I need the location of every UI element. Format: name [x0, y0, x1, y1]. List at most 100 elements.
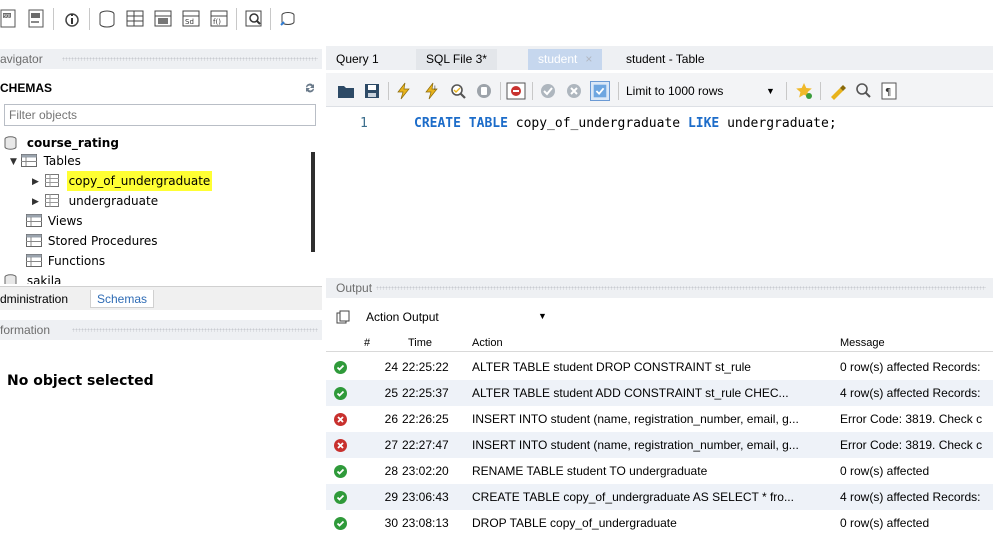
- tree-scrollbar[interactable]: [311, 152, 315, 252]
- toolbar-separator: [786, 82, 787, 100]
- toolbar-separator: [270, 8, 271, 30]
- sql-code-line[interactable]: CREATE TABLE copy_of_undergraduate LIKE …: [414, 116, 837, 131]
- tree-schema-sakila[interactable]: sakila: [4, 270, 61, 284]
- copy-output-icon[interactable]: [336, 310, 350, 324]
- cell-action: DROP TABLE copy_of_undergraduate: [472, 516, 677, 530]
- cell-action: ALTER TABLE student DROP CONSTRAINT st_r…: [472, 360, 751, 374]
- execute-current-icon[interactable]: I: [422, 81, 442, 101]
- autocommit-toggle-icon[interactable]: [590, 81, 610, 101]
- create-schema-icon[interactable]: [97, 8, 117, 30]
- toolbar-separator: [820, 82, 821, 100]
- tab-label: student - Table: [626, 52, 705, 66]
- cell-num: 24: [384, 360, 398, 374]
- create-view-icon[interactable]: [153, 8, 173, 30]
- database-icon: [4, 135, 17, 150]
- tree-table-item[interactable]: ▶ copy_of_undergraduate: [32, 170, 213, 191]
- table-row[interactable]: 30 23:08:13 DROP TABLE copy_of_undergradua…: [326, 510, 993, 536]
- find-icon[interactable]: [854, 81, 874, 101]
- table-row[interactable]: 28 23:02:20 RENAME TABLE student TO underg…: [326, 458, 993, 484]
- error-status-icon: [334, 439, 347, 452]
- sql-keyword: CREATE TABLE: [414, 116, 508, 131]
- inspector-icon[interactable]: [62, 8, 82, 30]
- cell-num: 26: [384, 412, 398, 426]
- table-row[interactable]: 26 22:26:25 INSERT INTO student (name, reg…: [326, 406, 993, 432]
- commit-icon[interactable]: [538, 81, 558, 101]
- cell-message: Error Code: 3819. Check c: [840, 412, 983, 426]
- reconnect-icon[interactable]: [278, 8, 298, 30]
- explain-icon[interactable]: [448, 81, 468, 101]
- tree-folder-tables[interactable]: ▼ Tables: [10, 150, 81, 170]
- tab-schemas[interactable]: Schemas: [90, 290, 155, 308]
- chevron-down-icon[interactable]: ▼: [538, 311, 547, 321]
- save-icon[interactable]: [362, 81, 382, 101]
- search-table-data-icon[interactable]: [244, 8, 264, 30]
- invisible-chars-icon[interactable]: ¶: [880, 81, 900, 101]
- line-number: 1: [360, 116, 368, 131]
- tab-query-1[interactable]: Query 1: [326, 49, 389, 70]
- create-procedure-icon[interactable]: Sd: [181, 8, 201, 30]
- expand-arrow-right-icon[interactable]: ▶: [32, 177, 39, 187]
- cell-time: 22:25:22: [402, 360, 449, 374]
- cell-message: 4 row(s) affected Records:: [840, 490, 981, 504]
- cell-num: 27: [384, 438, 398, 452]
- rollback-icon[interactable]: [564, 81, 584, 101]
- toggle-error-icon[interactable]: [506, 81, 526, 101]
- views-folder-icon: [26, 214, 42, 227]
- execute-icon[interactable]: [394, 81, 414, 101]
- tree-schema-course-rating[interactable]: course_rating: [4, 132, 119, 152]
- tab-administration[interactable]: dministration: [0, 290, 74, 308]
- action-output-grid: # Time Action Message 24 22:25:22 ALTER TA…: [326, 334, 993, 545]
- chevron-down-icon[interactable]: ▼: [766, 81, 775, 101]
- column-header-time[interactable]: Time: [408, 334, 432, 352]
- tab-sql-file-3[interactable]: SQL File 3*: [416, 49, 497, 70]
- sql-editor[interactable]: 1 CREATE TABLE copy_of_undergraduate LIK…: [326, 108, 993, 278]
- expand-arrow-down-icon[interactable]: ▼: [10, 157, 17, 167]
- column-header-num[interactable]: #: [364, 334, 370, 352]
- new-sql-tab-icon[interactable]: SQL: [0, 8, 20, 30]
- toolbar-separator: [236, 8, 237, 30]
- cell-time: 23:08:13: [402, 516, 449, 530]
- procedures-folder-icon: [26, 234, 42, 247]
- expand-arrow-right-icon[interactable]: ▶: [32, 197, 39, 207]
- open-sql-script-icon[interactable]: [26, 8, 46, 30]
- header-grip: [62, 57, 318, 61]
- stop-icon[interactable]: [474, 81, 494, 101]
- functions-folder-icon: [26, 254, 42, 267]
- create-table-icon[interactable]: [125, 8, 145, 30]
- table-row[interactable]: 27 22:27:47 INSERT INTO student (name, reg…: [326, 432, 993, 458]
- toolbar-separator: [388, 82, 389, 100]
- row-limit-select[interactable]: Limit to 1000 rows: [626, 81, 723, 101]
- database-icon: [4, 273, 17, 284]
- refresh-schemas-icon[interactable]: [304, 82, 316, 94]
- tree-table-item[interactable]: ▶ undergraduate: [32, 190, 158, 210]
- tables-folder-icon: [20, 154, 37, 167]
- tab-student[interactable]: student ×: [528, 49, 603, 70]
- svg-text:I: I: [434, 85, 436, 92]
- tree-folder-procedures[interactable]: Stored Procedures: [26, 230, 158, 250]
- tree-folder-functions[interactable]: Functions: [26, 250, 105, 270]
- cell-num: 30: [384, 516, 398, 530]
- svg-text:f(): f(): [213, 18, 221, 26]
- tree-folder-views[interactable]: Views: [26, 210, 83, 230]
- column-header-message[interactable]: Message: [840, 334, 885, 352]
- add-snippet-icon[interactable]: [794, 81, 814, 101]
- navigator-panel: avigator CHEMAS course_rating ▼ Tables ▶…: [0, 44, 322, 545]
- table-row[interactable]: 24 22:25:22 ALTER TABLE student DROP CONST…: [326, 354, 993, 380]
- success-status-icon: [334, 491, 347, 504]
- table-row[interactable]: 29 23:06:43 CREATE TABLE copy_of_undergrad…: [326, 484, 993, 510]
- table-row[interactable]: 25 22:25:37 ALTER TABLE student ADD CONSTR…: [326, 380, 993, 406]
- close-tab-icon[interactable]: ×: [585, 52, 592, 66]
- information-title: formation: [0, 323, 51, 337]
- tab-student-table[interactable]: student - Table: [616, 49, 715, 70]
- cell-time: 22:27:47: [402, 438, 449, 452]
- sql-editor-toolbar: I Limit to 1000 rows ▼ ¶: [326, 73, 993, 107]
- schemas-header: CHEMAS: [0, 78, 322, 98]
- open-file-icon[interactable]: [336, 81, 356, 101]
- output-mode-select[interactable]: Action Output: [366, 310, 439, 324]
- filter-objects-input[interactable]: [4, 104, 316, 126]
- create-function-icon[interactable]: f(): [209, 8, 229, 30]
- sql-identifier: copy_of_undergraduate: [507, 116, 688, 131]
- column-header-action[interactable]: Action: [472, 334, 503, 352]
- beautify-icon[interactable]: [828, 81, 848, 101]
- information-header: formation: [0, 320, 322, 340]
